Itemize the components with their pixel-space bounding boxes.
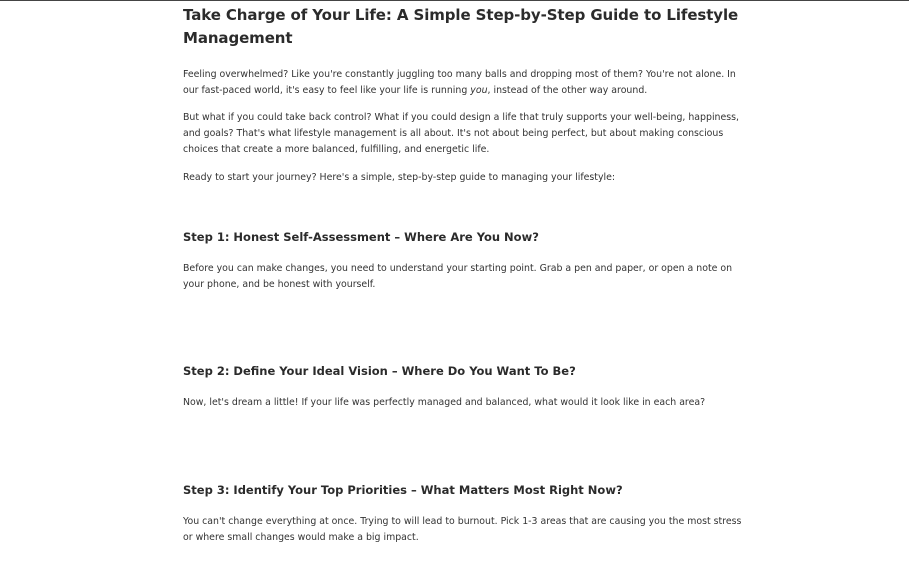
intro-paragraph-1-emphasis: you — [470, 85, 488, 96]
article-title: Take Charge of Your Life: A Simple Step-… — [183, 6, 739, 47]
top-divider — [0, 0, 909, 1]
step-2-heading: Step 2: Define Your Ideal Vision – Where… — [183, 364, 576, 378]
intro-paragraph-3: Ready to start your journey? Here's a si… — [183, 172, 616, 183]
intro-paragraph-1-text-end: , instead of the other way around. — [487, 85, 648, 96]
intro-paragraph-1-text: Feeling overwhelmed? Like you're constan… — [183, 69, 736, 96]
step-2-body: Now, let's dream a little! If your life … — [183, 397, 706, 408]
step-1-heading: Step 1: Honest Self-Assessment – Where A… — [183, 230, 539, 244]
step-3-body: You can't change everything at once. Try… — [183, 516, 742, 543]
intro-paragraph-1: Feeling overwhelmed? Like you're constan… — [183, 67, 743, 99]
intro-paragraph-2: But what if you could take back control?… — [183, 112, 740, 155]
step-1-body: Before you can make changes, you need to… — [183, 263, 733, 290]
step-3-heading: Step 3: Identify Your Top Priorities – W… — [183, 483, 623, 497]
